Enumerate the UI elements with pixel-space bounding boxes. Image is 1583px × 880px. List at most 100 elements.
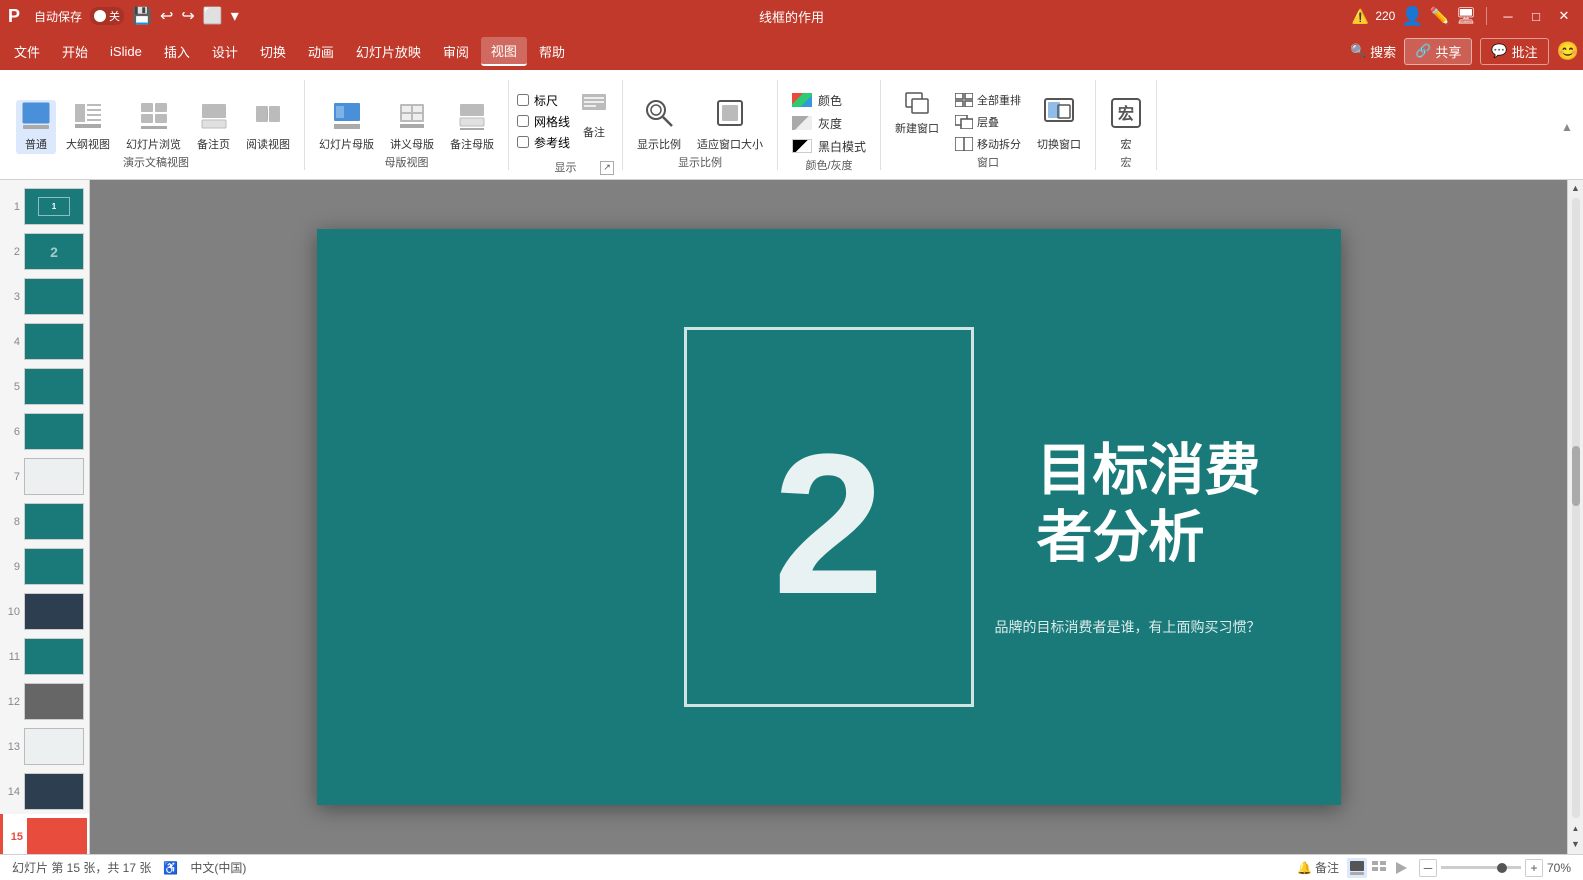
slide-item[interactable]: 4: [0, 319, 89, 364]
outline-view-button[interactable]: 大纲视图: [60, 100, 116, 154]
reading-view-button[interactable]: 阅读视图: [240, 100, 296, 154]
macro-button[interactable]: 宏 宏: [1104, 95, 1148, 154]
normal-view-button[interactable]: 普通: [16, 100, 56, 154]
slide-number: 14: [4, 786, 20, 798]
slide-item[interactable]: 10: [0, 589, 89, 634]
notes-page-button[interactable]: 备注页: [191, 100, 236, 154]
slide-item[interactable]: 13: [0, 724, 89, 769]
menu-item-insert[interactable]: 插入: [154, 38, 200, 65]
notification-count: 220: [1375, 9, 1395, 23]
slide-thumb: 1: [24, 188, 84, 225]
slide-item[interactable]: 1 1: [0, 184, 89, 229]
account-icon[interactable]: 👤: [1401, 6, 1423, 27]
slide-item[interactable]: 5: [0, 364, 89, 409]
menu-item-help[interactable]: 帮助: [529, 38, 575, 65]
fit-window-button[interactable]: 适应窗口大小: [691, 95, 769, 154]
slide-item[interactable]: 12: [0, 679, 89, 724]
scroll-down-step[interactable]: ▲: [1568, 820, 1583, 836]
new-window-button[interactable]: 新建窗口: [889, 90, 945, 154]
pen-icon[interactable]: ✏️: [1430, 6, 1450, 26]
menu-item-animation[interactable]: 动画: [298, 38, 344, 65]
close-btn[interactable]: ✕: [1553, 5, 1575, 27]
autosave-toggle[interactable]: 关: [90, 7, 124, 25]
screen-icon[interactable]: 🖥: [1456, 6, 1476, 26]
handout-master-button[interactable]: 讲义母版: [384, 100, 440, 154]
fit-window-icon: [714, 97, 746, 134]
slide-item[interactable]: 7: [0, 454, 89, 499]
macro-footer: 宏: [1104, 154, 1148, 170]
ruler-check[interactable]: [517, 94, 529, 106]
minimize-btn[interactable]: ─: [1497, 5, 1519, 27]
ruler-checkbox[interactable]: 标尺: [517, 92, 570, 109]
main-area: 1 1 2 2 3 4: [0, 180, 1583, 854]
accessibility-icon: ♿: [163, 861, 178, 875]
toggle-dot: [94, 10, 106, 22]
guides-checkbox[interactable]: 参考线: [517, 134, 570, 151]
save-icon[interactable]: 💾: [132, 6, 152, 26]
menu-item-review[interactable]: 审阅: [433, 38, 479, 65]
normal-view-status-btn[interactable]: [1347, 858, 1367, 878]
arrange-all-button[interactable]: 全部重排: [949, 90, 1027, 110]
scroll-up-arrow[interactable]: ▲: [1568, 180, 1583, 196]
move-split-button[interactable]: 移动拆分: [949, 134, 1027, 154]
ribbon-collapse-button[interactable]: ▲: [1559, 119, 1575, 135]
show-footer: 显示 ↗: [517, 159, 614, 175]
slide-master-button[interactable]: 幻灯片母版: [313, 100, 380, 154]
color-button[interactable]: 颜色: [786, 90, 872, 111]
notes-master-button[interactable]: 备注母版: [444, 100, 500, 154]
smiley-icon[interactable]: 😊: [1557, 41, 1579, 62]
search-area[interactable]: 🔍 搜索: [1350, 42, 1396, 61]
guides-check[interactable]: [517, 136, 529, 148]
grid-check[interactable]: [517, 115, 529, 127]
notes-status-button[interactable]: 🔔 备注: [1297, 859, 1339, 876]
grayscale-button[interactable]: 灰度: [786, 113, 872, 134]
slide-thumb: [24, 638, 84, 675]
show-expand-btn[interactable]: ↗: [600, 161, 614, 175]
zoom-plus-btn[interactable]: +: [1525, 859, 1543, 877]
slide-item[interactable]: 2 2: [0, 229, 89, 274]
slideshow-status-btn[interactable]: [1391, 858, 1411, 878]
slide-item[interactable]: 14: [0, 769, 89, 814]
switch-window-button[interactable]: 切换窗口: [1031, 95, 1087, 154]
slide-title: 目标消费 者分析: [1037, 436, 1261, 570]
zoom-slider[interactable]: [1441, 866, 1521, 869]
handout-master-label: 讲义母版: [390, 136, 434, 152]
notes-button[interactable]: 备注: [574, 88, 614, 142]
redo-icon[interactable]: ↪: [181, 6, 194, 26]
slide-item[interactable]: 3: [0, 274, 89, 319]
scroll-down-arrow[interactable]: ▼: [1568, 836, 1583, 852]
slide-item[interactable]: 9: [0, 544, 89, 589]
zoom-minus-btn[interactable]: ─: [1419, 859, 1437, 877]
comment-button[interactable]: 💬 批注: [1480, 38, 1548, 65]
slide-panel[interactable]: 1 1 2 2 3 4: [0, 180, 90, 854]
right-scrollbar[interactable]: ▲ ▲ ▼: [1567, 180, 1583, 854]
zoom-slider-thumb: [1497, 863, 1507, 873]
undo-icon[interactable]: ↩: [160, 6, 173, 26]
cascade-button[interactable]: 层叠: [949, 112, 1027, 132]
slide-item[interactable]: 6: [0, 409, 89, 454]
menu-item-view[interactable]: 视图: [481, 37, 527, 66]
show-buttons: 标尺 网格线 参考线 备注: [517, 80, 614, 159]
menu-item-file[interactable]: 文件: [4, 38, 50, 65]
restore-btn[interactable]: □: [1525, 5, 1547, 27]
bw-button[interactable]: 黑白模式: [786, 136, 872, 157]
menu-item-home[interactable]: 开始: [52, 38, 98, 65]
menu-item-slideshow[interactable]: 幻灯片放映: [346, 38, 431, 65]
customize-icon[interactable]: ⬜: [203, 6, 223, 26]
slide-thumb: [24, 278, 84, 315]
share-button[interactable]: 🔗 共享: [1404, 38, 1472, 65]
grid-checkbox[interactable]: 网格线: [517, 113, 570, 130]
slide-item-active[interactable]: 15: [0, 814, 89, 854]
menu-item-islide[interactable]: iSlide: [100, 40, 152, 63]
menu-item-design[interactable]: 设计: [202, 38, 248, 65]
menu-item-transition[interactable]: 切换: [250, 38, 296, 65]
notes-page-label: 备注页: [197, 136, 230, 152]
slide-item[interactable]: 8: [0, 499, 89, 544]
slide-sorter-button[interactable]: 幻灯片浏览: [120, 100, 187, 154]
slide-item[interactable]: 11: [0, 634, 89, 679]
dropdown-icon[interactable]: ▾: [231, 6, 239, 26]
grid-view-status-btn[interactable]: [1369, 858, 1389, 878]
ribbon-group-zoom: 显示比例 适应窗口大小 显示比例: [623, 80, 778, 170]
zoom-button[interactable]: 显示比例: [631, 95, 687, 154]
handout-master-icon: [398, 102, 426, 134]
